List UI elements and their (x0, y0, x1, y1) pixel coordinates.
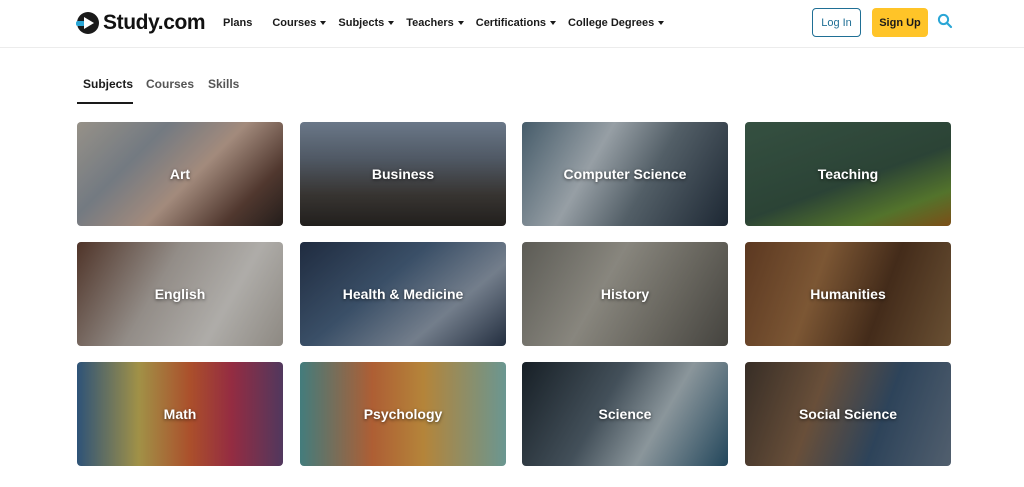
subject-card-label: Business (371, 166, 435, 182)
signup-button[interactable]: Sign Up (872, 8, 928, 37)
subject-card-english[interactable]: English (77, 242, 283, 346)
logo-text: Study.com (103, 11, 206, 34)
subject-card-teaching[interactable]: Teaching (745, 122, 951, 226)
subject-card-psychology[interactable]: Psychology (300, 362, 506, 466)
subject-card-label: Psychology (363, 406, 443, 422)
chevron-down-icon (658, 21, 665, 25)
subject-card-label: Math (163, 406, 197, 422)
site-header: Study.com Plans Courses Subjects Teacher… (0, 0, 1024, 48)
subject-card-science[interactable]: Science (522, 362, 728, 466)
nav-teachers[interactable]: Teachers (406, 17, 464, 29)
nav-subjects-label: Subjects (338, 17, 385, 29)
chevron-down-icon (550, 21, 557, 25)
study-com-logo[interactable]: Study.com (76, 10, 206, 36)
play-logo-icon (76, 12, 99, 34)
nav-college-degrees[interactable]: College Degrees (568, 17, 665, 29)
subject-card-label: Science (598, 406, 652, 422)
subject-card-business[interactable]: Business (300, 122, 506, 226)
main-nav: Plans Courses Subjects Teachers Certific… (223, 15, 676, 31)
tab-subjects[interactable]: Subjects (83, 77, 133, 91)
chevron-down-icon (388, 21, 395, 25)
login-button[interactable]: Log In (812, 8, 861, 37)
subject-card-label: History (600, 286, 650, 302)
subject-card-label: Computer Science (563, 166, 687, 182)
subject-card-computer-science[interactable]: Computer Science (522, 122, 728, 226)
subject-card-art[interactable]: Art (77, 122, 283, 226)
subject-card-history[interactable]: History (522, 242, 728, 346)
nav-plans-label: Plans (223, 17, 253, 29)
subject-card-humanities[interactable]: Humanities (745, 242, 951, 346)
nav-courses-label: Courses (272, 17, 317, 29)
nav-courses[interactable]: Courses (272, 17, 327, 29)
nav-plans[interactable]: Plans (223, 17, 252, 29)
subject-card-health-medicine[interactable]: Health & Medicine (300, 242, 506, 346)
nav-college-degrees-label: College Degrees (568, 17, 655, 29)
subject-card-social-science[interactable]: Social Science (745, 362, 951, 466)
subject-grid: Art Business Computer Science Teaching E… (77, 122, 951, 466)
nav-certifications[interactable]: Certifications (475, 17, 557, 29)
nav-certifications-label: Certifications (475, 17, 547, 29)
subject-card-label: Humanities (810, 286, 886, 302)
tab-skills[interactable]: Skills (208, 77, 239, 91)
subject-card-label: Teaching (817, 166, 879, 182)
subject-card-label: Health & Medicine (342, 286, 464, 302)
nav-teachers-label: Teachers (406, 17, 454, 29)
chevron-down-icon (457, 21, 464, 25)
subject-card-label: English (154, 286, 206, 302)
tab-courses[interactable]: Courses (146, 77, 194, 91)
nav-subjects[interactable]: Subjects (338, 17, 395, 29)
search-icon[interactable] (937, 13, 953, 29)
subject-card-math[interactable]: Math (77, 362, 283, 466)
subject-card-label: Social Science (798, 406, 898, 422)
chevron-down-icon (320, 21, 327, 25)
subject-card-label: Art (169, 166, 191, 182)
active-tab-underline (77, 102, 133, 104)
